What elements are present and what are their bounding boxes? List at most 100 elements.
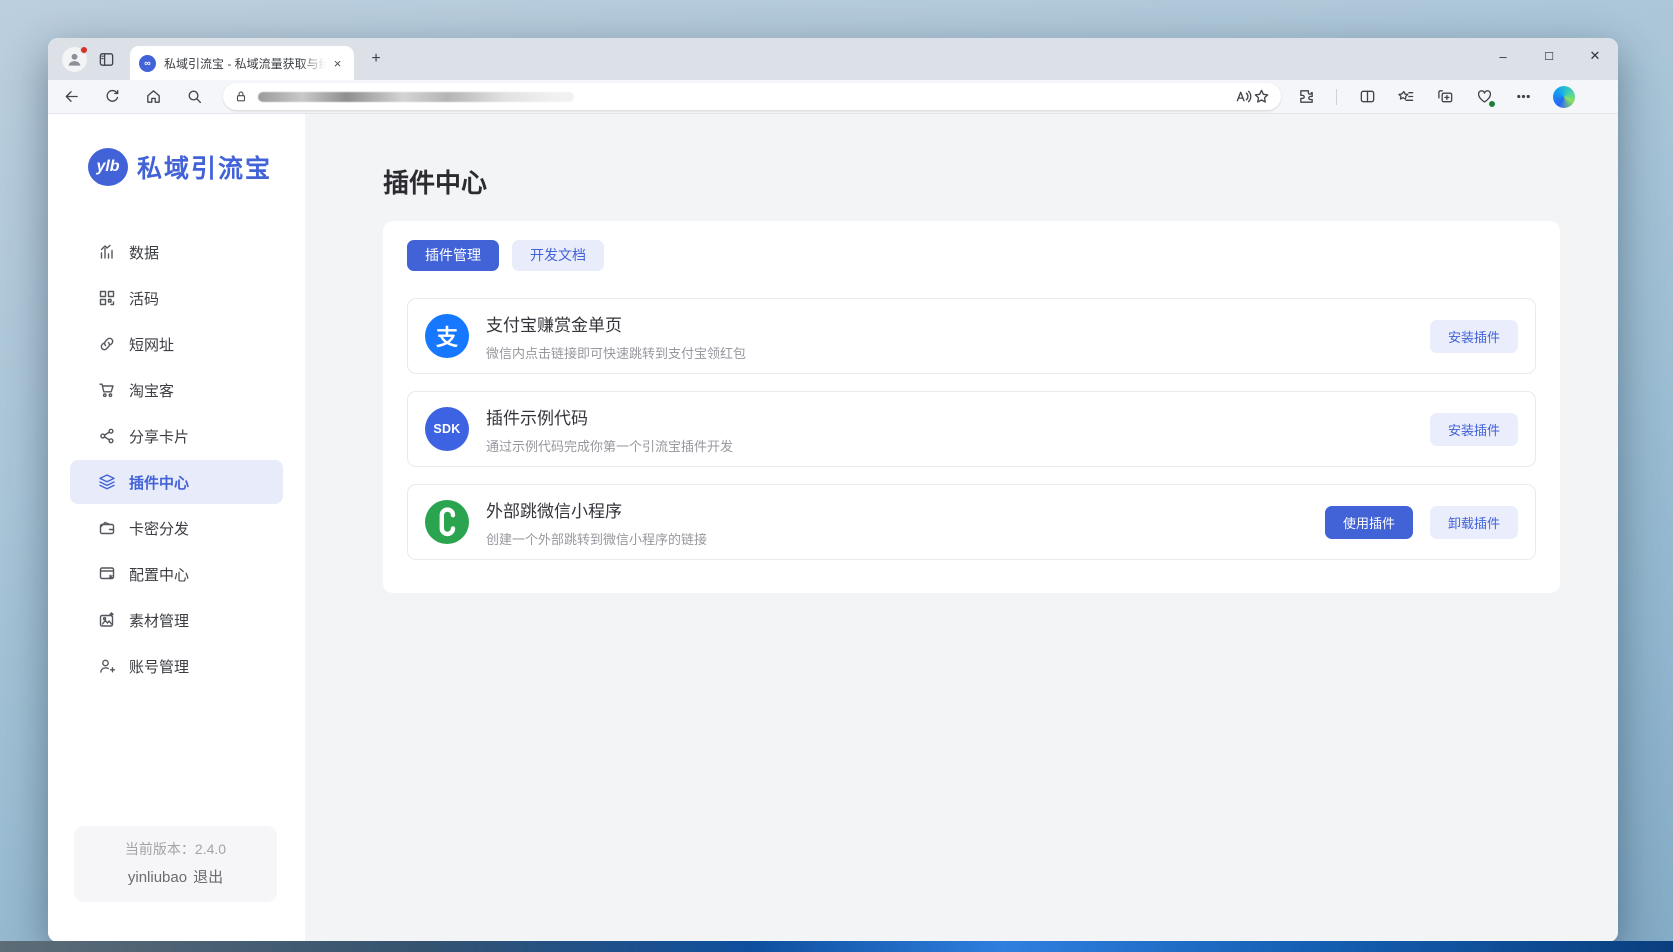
tab-close-icon[interactable]: × — [329, 55, 346, 72]
tab-title: 私域引流宝 - 私域流量获取与维护 — [164, 55, 329, 72]
logo-name: 私域引流宝 — [137, 149, 272, 185]
plugin-actions: 使用插件卸载插件 — [1325, 506, 1518, 539]
image-icon — [98, 611, 116, 629]
favorites-icon[interactable] — [1397, 88, 1415, 106]
browser-tab[interactable]: ∞ 私域引流宝 - 私域流量获取与维护 × — [130, 46, 354, 80]
essentials-check-badge — [1488, 100, 1496, 108]
vertical-tabs-icon[interactable] — [97, 50, 115, 68]
maximize-button[interactable]: ☐ — [1526, 38, 1572, 74]
share-icon — [98, 427, 116, 445]
tab-group: 插件管理开发文档 — [407, 240, 1536, 271]
plugin-title: 支付宝赚赏金单页 — [486, 311, 1430, 336]
sidebar-item-label: 账号管理 — [129, 656, 189, 677]
qr-icon — [98, 289, 116, 307]
tab-strip: ∞ 私域引流宝 - 私域流量获取与维护 × + – ☐ ✕ — [48, 38, 1618, 80]
user-icon — [98, 657, 116, 675]
sidebar-item-label: 配置中心 — [129, 564, 189, 585]
link-icon — [98, 335, 116, 353]
back-icon[interactable] — [62, 88, 80, 106]
address-bar[interactable] — [223, 83, 1281, 110]
new-tab-button[interactable]: + — [366, 49, 386, 69]
chart-icon — [98, 243, 116, 261]
plugin-row-alipay-reward-page: 支支付宝赚赏金单页微信内点击链接即可快速跳转到支付宝领红包安装插件 — [407, 298, 1536, 374]
wallet-icon — [98, 519, 116, 537]
miniprogram-icon — [425, 500, 469, 544]
cart-icon — [98, 381, 116, 399]
profile-avatar[interactable] — [62, 47, 87, 72]
more-menu-icon[interactable] — [1514, 88, 1532, 106]
account-name: yinliubao — [128, 869, 187, 886]
page-title: 插件中心 — [383, 163, 1618, 200]
url-redacted-bar — [258, 92, 574, 102]
sidebar-item-label: 插件中心 — [129, 472, 189, 493]
install-plugin-button[interactable]: 安装插件 — [1430, 413, 1518, 446]
sidebar-item-account-manage[interactable]: 账号管理 — [70, 644, 283, 688]
layers-icon — [98, 473, 116, 491]
browser-essentials-icon[interactable] — [1475, 88, 1493, 106]
browser-toolbar — [48, 80, 1618, 114]
sidebar-item-label: 短网址 — [129, 334, 174, 355]
toolbar-divider — [1336, 89, 1337, 105]
sdk-icon: SDK — [425, 407, 469, 451]
search-icon[interactable] — [185, 88, 203, 106]
sidebar-item-card-distribution[interactable]: 卡密分发 — [70, 506, 283, 550]
extensions-icon[interactable] — [1297, 88, 1315, 106]
read-aloud-icon[interactable] — [1234, 88, 1252, 106]
install-plugin-button[interactable]: 安装插件 — [1430, 320, 1518, 353]
plugin-actions: 安装插件 — [1430, 320, 1518, 353]
sidebar-item-label: 活码 — [129, 288, 159, 309]
sidebar-item-taobao-ke[interactable]: 淘宝客 — [70, 368, 283, 412]
browser-window: ∞ 私域引流宝 - 私域流量获取与维护 × + – ☐ ✕ — [48, 38, 1618, 942]
version-label: 当前版本：2.4.0 — [74, 839, 277, 859]
sidebar-item-plugin-center[interactable]: 插件中心 — [70, 460, 283, 504]
notification-dot — [80, 46, 88, 54]
favorite-star-icon[interactable] — [1252, 88, 1270, 106]
refresh-icon[interactable] — [103, 88, 121, 106]
sidebar-item-label: 卡密分发 — [129, 518, 189, 539]
sidebar-item-label: 分享卡片 — [129, 426, 189, 447]
sidebar-item-label: 数据 — [129, 242, 159, 263]
sidebar-item-material-manage[interactable]: 素材管理 — [70, 598, 283, 642]
logo-bubble-icon: ylb — [88, 148, 128, 186]
tab-plugin-manage[interactable]: 插件管理 — [407, 240, 499, 271]
plugin-row-external-jump-miniprogram: 外部跳微信小程序创建一个外部跳转到微信小程序的链接使用插件卸载插件 — [407, 484, 1536, 560]
plugin-title: 外部跳微信小程序 — [486, 497, 1325, 522]
desktop-wallpaper-strip — [0, 941, 1673, 952]
plugin-row-plugin-sample-code: SDK 插件示例代码通过示例代码完成你第一个引流宝插件开发安装插件 — [407, 391, 1536, 467]
sidebar-item-live-code[interactable]: 活码 — [70, 276, 283, 320]
tab-dev-docs[interactable]: 开发文档 — [512, 240, 604, 271]
plugin-actions: 安装插件 — [1430, 413, 1518, 446]
version-box: 当前版本：2.4.0 yinliubao 退出 — [74, 826, 277, 902]
app-logo: ylb 私域引流宝 — [88, 148, 305, 186]
window-controls: – ☐ ✕ — [1480, 38, 1618, 74]
split-screen-icon[interactable] — [1358, 88, 1376, 106]
main-content: 插件中心 插件管理开发文档 支支付宝赚赏金单页微信内点击链接即可快速跳转到支付宝… — [305, 114, 1618, 942]
close-button[interactable]: ✕ — [1572, 38, 1618, 74]
alipay-icon: 支 — [425, 314, 469, 358]
sidebar: ylb 私域引流宝 数据活码短网址淘宝客分享卡片插件中心卡密分发配置中心素材管理… — [48, 114, 305, 942]
plugin-desc: 微信内点击链接即可快速跳转到支付宝领红包 — [486, 343, 1430, 362]
lock-icon — [234, 90, 248, 104]
person-icon — [66, 51, 83, 68]
sidebar-item-data[interactable]: 数据 — [70, 230, 283, 274]
sidebar-item-config-center[interactable]: 配置中心 — [70, 552, 283, 596]
home-icon[interactable] — [144, 88, 162, 106]
plugin-title: 插件示例代码 — [486, 404, 1430, 429]
sidebar-item-label: 素材管理 — [129, 610, 189, 631]
copilot-icon[interactable] — [1553, 86, 1575, 108]
plugin-center-card: 插件管理开发文档 支支付宝赚赏金单页微信内点击链接即可快速跳转到支付宝领红包安装… — [383, 221, 1560, 593]
sidebar-nav: 数据活码短网址淘宝客分享卡片插件中心卡密分发配置中心素材管理账号管理 — [48, 230, 305, 688]
logout-link[interactable]: 退出 — [193, 869, 223, 886]
sidebar-item-label: 淘宝客 — [129, 380, 174, 401]
plugin-list: 支支付宝赚赏金单页微信内点击链接即可快速跳转到支付宝领红包安装插件SDK插件示例… — [407, 298, 1536, 560]
use-plugin-button[interactable]: 使用插件 — [1325, 506, 1413, 539]
site-favicon-icon: ∞ — [139, 55, 156, 72]
config-icon — [98, 565, 116, 583]
plugin-desc: 创建一个外部跳转到微信小程序的链接 — [486, 529, 1325, 548]
minimize-button[interactable]: – — [1480, 38, 1526, 74]
sidebar-item-share-card[interactable]: 分享卡片 — [70, 414, 283, 458]
plugin-desc: 通过示例代码完成你第一个引流宝插件开发 — [486, 436, 1430, 455]
uninstall-plugin-button[interactable]: 卸载插件 — [1430, 506, 1518, 539]
sidebar-item-short-url[interactable]: 短网址 — [70, 322, 283, 366]
collections-icon[interactable] — [1436, 88, 1454, 106]
